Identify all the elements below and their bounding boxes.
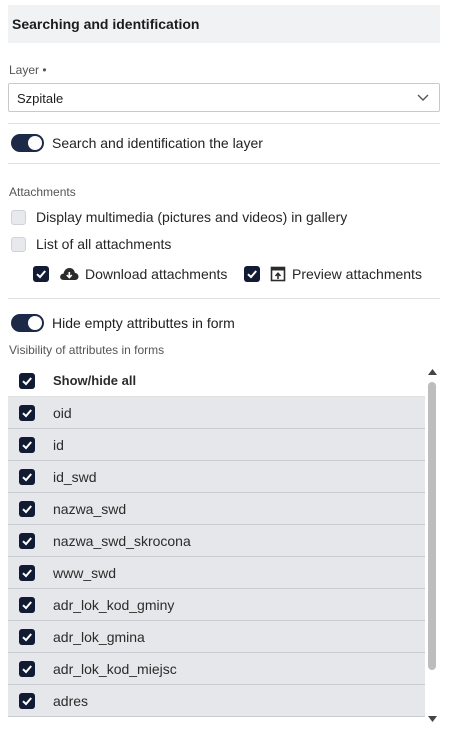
check-icon bbox=[22, 632, 32, 641]
list-attachments-checkbox[interactable] bbox=[11, 236, 26, 252]
divider bbox=[8, 298, 440, 299]
attribute-name: nazwa_swd_skrocona bbox=[53, 532, 191, 549]
divider bbox=[8, 123, 440, 124]
check-icon bbox=[22, 536, 32, 545]
section-header[interactable]: Searching and identification bbox=[8, 5, 440, 43]
check-icon bbox=[22, 696, 32, 705]
display-multimedia-label: Display multimedia (pictures and videos)… bbox=[36, 209, 348, 225]
attribute-row[interactable]: www_swd bbox=[8, 557, 425, 589]
show-hide-all-checkbox[interactable] bbox=[19, 372, 35, 389]
layer-select-value: Szpitale bbox=[17, 91, 64, 106]
display-multimedia-row[interactable]: Display multimedia (pictures and videos)… bbox=[11, 209, 347, 225]
attribute-row[interactable]: nazwa_swd bbox=[8, 493, 425, 525]
attribute-name: adres bbox=[53, 692, 89, 709]
attribute-row[interactable]: nazwa_swd_skrocona bbox=[8, 525, 425, 557]
check-icon bbox=[247, 270, 257, 279]
check-icon bbox=[22, 664, 32, 673]
attribute-checkbox[interactable] bbox=[19, 532, 35, 549]
scrollbar-thumb[interactable] bbox=[428, 382, 436, 670]
attribute-row[interactable]: oid bbox=[8, 397, 425, 429]
layer-select[interactable]: Szpitale bbox=[8, 83, 440, 112]
cloud-download-icon bbox=[59, 266, 79, 282]
chevron-down-icon bbox=[417, 94, 429, 101]
attribute-row[interactable]: adr_lok_kod_miejsc bbox=[8, 653, 425, 685]
display-multimedia-checkbox[interactable] bbox=[11, 209, 26, 225]
search-identification-toggle-row[interactable]: Search and identification the layer bbox=[11, 134, 263, 152]
scroll-down-arrow-icon[interactable] bbox=[427, 715, 438, 724]
attribute-row[interactable]: id bbox=[8, 429, 425, 461]
hide-empty-toggle[interactable] bbox=[11, 314, 44, 332]
check-icon bbox=[22, 504, 32, 513]
attribute-name: nazwa_swd bbox=[53, 500, 127, 517]
download-attachments-row[interactable]: Download attachments bbox=[33, 266, 227, 282]
preview-attachments-checkbox[interactable] bbox=[244, 266, 260, 282]
check-icon bbox=[22, 440, 32, 449]
layer-label: Layer • bbox=[9, 63, 47, 77]
attribute-name: id_swd bbox=[53, 468, 97, 485]
attribute-row[interactable]: adr_lok_kod_gminy bbox=[8, 589, 425, 621]
show-hide-all-row[interactable]: Show/hide all bbox=[8, 365, 425, 397]
attribute-name: oid bbox=[53, 404, 72, 421]
preview-attachments-label: Preview attachments bbox=[292, 266, 422, 282]
attribute-checkbox[interactable] bbox=[19, 500, 35, 517]
download-attachments-checkbox[interactable] bbox=[33, 266, 49, 282]
search-identification-toggle[interactable] bbox=[11, 134, 44, 152]
divider bbox=[8, 163, 440, 164]
attribute-list[interactable]: Show/hide all oid id id_swd nazwa_swd nazwa_… bbox=[8, 365, 425, 737]
visibility-label: Visibility of attributes in forms bbox=[9, 343, 165, 357]
check-icon bbox=[22, 408, 32, 417]
section-title: Searching and identification bbox=[12, 16, 200, 32]
open-preview-icon bbox=[270, 266, 286, 282]
attribute-list-scrollbar[interactable] bbox=[427, 365, 440, 729]
attribute-checkbox[interactable] bbox=[19, 628, 35, 645]
search-identification-label: Search and identification the layer bbox=[52, 135, 263, 151]
attribute-checkbox[interactable] bbox=[19, 660, 35, 677]
scroll-up-arrow-icon[interactable] bbox=[427, 367, 438, 376]
attribute-name: adr_lok_gmina bbox=[53, 628, 145, 645]
hide-empty-toggle-row[interactable]: Hide empty attributtes in form bbox=[11, 314, 235, 332]
check-icon bbox=[36, 270, 46, 279]
list-attachments-row[interactable]: List of all attachments bbox=[11, 236, 171, 252]
attribute-checkbox[interactable] bbox=[19, 692, 35, 709]
attribute-row[interactable]: adres bbox=[8, 685, 425, 717]
check-icon bbox=[22, 376, 32, 385]
attribute-checkbox[interactable] bbox=[19, 468, 35, 485]
attribute-name: adr_lok_kod_miejsc bbox=[53, 660, 177, 677]
attribute-row[interactable]: adr_lok_gmina bbox=[8, 621, 425, 653]
preview-attachments-row[interactable]: Preview attachments bbox=[244, 266, 422, 282]
attribute-name: id bbox=[53, 436, 64, 453]
attachments-label: Attachments bbox=[9, 185, 76, 199]
check-icon bbox=[22, 568, 32, 577]
attribute-checkbox[interactable] bbox=[19, 564, 35, 581]
check-icon bbox=[22, 600, 32, 609]
attribute-row[interactable]: id_swd bbox=[8, 461, 425, 493]
attribute-checkbox[interactable] bbox=[19, 404, 35, 421]
list-attachments-label: List of all attachments bbox=[36, 236, 172, 252]
check-icon bbox=[22, 472, 32, 481]
attribute-name: adr_lok_kod_gminy bbox=[53, 596, 175, 613]
attribute-checkbox[interactable] bbox=[19, 436, 35, 453]
download-attachments-label: Download attachments bbox=[85, 266, 228, 282]
attribute-checkbox[interactable] bbox=[19, 596, 35, 613]
attribute-name: www_swd bbox=[53, 564, 117, 581]
show-hide-all-label: Show/hide all bbox=[53, 373, 137, 388]
hide-empty-label: Hide empty attributtes in form bbox=[52, 315, 235, 331]
